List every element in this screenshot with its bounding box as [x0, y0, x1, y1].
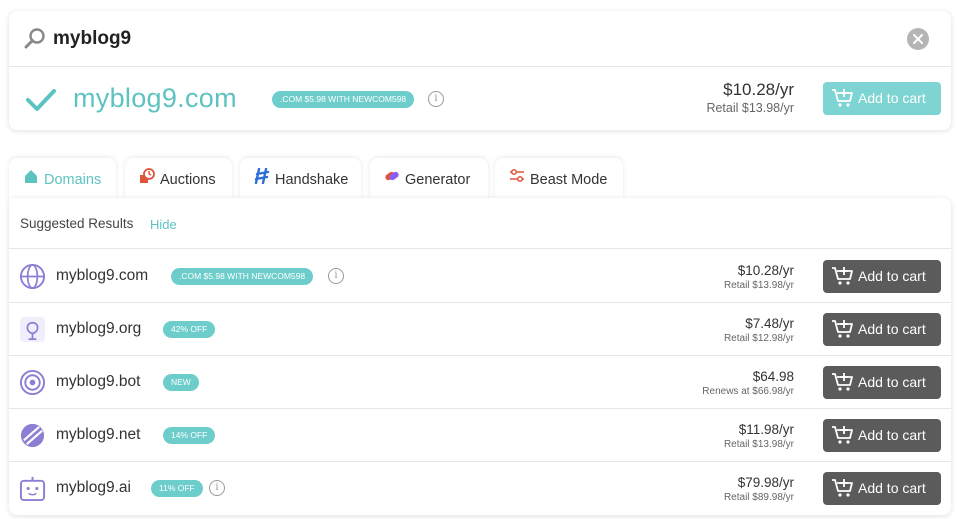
- tab-beast-mode[interactable]: Beast Mode: [495, 158, 623, 200]
- tab-label: Generator: [405, 172, 471, 188]
- featured-domain-name: myblog9.com: [73, 83, 237, 113]
- home-icon: [25, 170, 37, 183]
- promo-badge: .COM $5.98 WITH NEWCOM598: [171, 268, 314, 285]
- generator-icon: [385, 171, 399, 181]
- cart-icon: [832, 267, 853, 285]
- check-icon: [26, 89, 56, 111]
- add-to-cart-button[interactable]: Add to cart: [823, 472, 941, 505]
- add-to-cart-button[interactable]: Add to cart: [823, 82, 941, 115]
- tab-label: Domains: [44, 172, 102, 188]
- price: $79.98/yr: [737, 475, 794, 490]
- add-to-cart-label: Add to cart: [858, 374, 926, 390]
- suggested-results-header: Suggested Results Hide: [9, 198, 951, 249]
- new-badge: NEW: [163, 374, 199, 391]
- search-card: myblog9.com .COM $5.98 WITH NEWCOM598 i …: [9, 11, 951, 130]
- cart-icon: [832, 479, 853, 497]
- list-item: myblog9.net 14% OFF $11.98/yr Retail $13…: [9, 409, 951, 462]
- price: $7.48/yr: [745, 316, 794, 331]
- robot-icon: [19, 476, 46, 502]
- tab-domains[interactable]: Domains: [9, 158, 116, 200]
- search-input[interactable]: [53, 23, 873, 55]
- clear-search-button[interactable]: [907, 28, 929, 50]
- promo-badge: 14% OFF: [163, 427, 216, 444]
- add-to-cart-button[interactable]: Add to cart: [823, 313, 941, 346]
- search-icon: [24, 28, 45, 49]
- cart-icon: [832, 426, 853, 444]
- tab-auctions[interactable]: Auctions: [125, 158, 232, 200]
- tab-generator[interactable]: Generator: [370, 158, 488, 200]
- add-to-cart-button[interactable]: Add to cart: [823, 366, 941, 399]
- domain-name: myblog9.bot: [56, 373, 141, 390]
- domain-name: myblog9.com: [56, 267, 149, 284]
- cart-icon: [832, 89, 853, 107]
- promo-badge: 42% OFF: [163, 321, 216, 338]
- section-title: Suggested Results: [20, 216, 134, 231]
- add-to-cart-label: Add to cart: [858, 90, 926, 106]
- cart-icon: [832, 320, 853, 338]
- price: $11.98/yr: [738, 422, 794, 437]
- featured-price: $10.28/yr: [723, 80, 794, 99]
- retail-price: Retail $12.98/yr: [723, 333, 794, 344]
- add-to-cart-label: Add to cart: [858, 480, 926, 496]
- list-item: myblog9.org 42% OFF $7.48/yr Retail $12.…: [9, 303, 951, 356]
- retail-price: Retail $89.98/yr: [723, 492, 794, 503]
- featured-retail-price: Retail $13.98/yr: [706, 101, 794, 115]
- add-to-cart-button[interactable]: Add to cart: [823, 260, 941, 293]
- suggested-results-panel: Suggested Results Hide myblog9.com .COM …: [9, 198, 951, 515]
- handshake-icon: [254, 168, 270, 184]
- hide-link[interactable]: Hide: [150, 217, 177, 232]
- add-to-cart-label: Add to cart: [858, 321, 926, 337]
- domain-name: myblog9.ai: [56, 479, 131, 496]
- retail-price: Retail $13.98/yr: [723, 280, 794, 291]
- list-item: myblog9.ai 11% OFF i $79.98/yr Retail $8…: [9, 462, 951, 515]
- net-icon: [20, 423, 45, 448]
- info-icon[interactable]: i: [328, 268, 344, 284]
- domain-name: myblog9.org: [56, 320, 142, 337]
- tab-handshake[interactable]: Handshake: [240, 158, 361, 200]
- featured-result: myblog9.com .COM $5.98 WITH NEWCOM598 i …: [9, 68, 951, 130]
- promo-badge: .COM $5.98 WITH NEWCOM598: [272, 91, 415, 108]
- target-icon: [19, 369, 46, 396]
- search-row: [9, 11, 951, 67]
- info-icon[interactable]: i: [209, 480, 225, 496]
- add-to-cart-label: Add to cart: [858, 427, 926, 443]
- close-icon: [913, 34, 923, 44]
- promo-badge: 11% OFF: [151, 480, 203, 497]
- renewal-price: Renews at $66.98/yr: [702, 386, 794, 397]
- domain-name: myblog9.net: [56, 426, 141, 443]
- globe-icon: [19, 263, 46, 290]
- price: $64.98: [752, 369, 794, 384]
- auction-clock-icon: [140, 168, 155, 183]
- add-to-cart-button[interactable]: Add to cart: [823, 419, 941, 452]
- org-icon: [19, 316, 46, 343]
- tab-label: Beast Mode: [530, 172, 608, 188]
- list-item: myblog9.bot NEW $64.98 Renews at $66.98/…: [9, 356, 951, 409]
- sliders-icon: [510, 168, 524, 183]
- cart-icon: [832, 373, 853, 391]
- info-icon[interactable]: i: [428, 91, 444, 107]
- tab-label: Auctions: [160, 172, 216, 188]
- retail-price: Retail $13.98/yr: [723, 439, 794, 450]
- list-item: myblog9.com .COM $5.98 WITH NEWCOM598 i …: [9, 250, 951, 303]
- add-to-cart-label: Add to cart: [858, 268, 926, 284]
- price: $10.28/yr: [737, 263, 794, 278]
- tab-label: Handshake: [275, 172, 349, 188]
